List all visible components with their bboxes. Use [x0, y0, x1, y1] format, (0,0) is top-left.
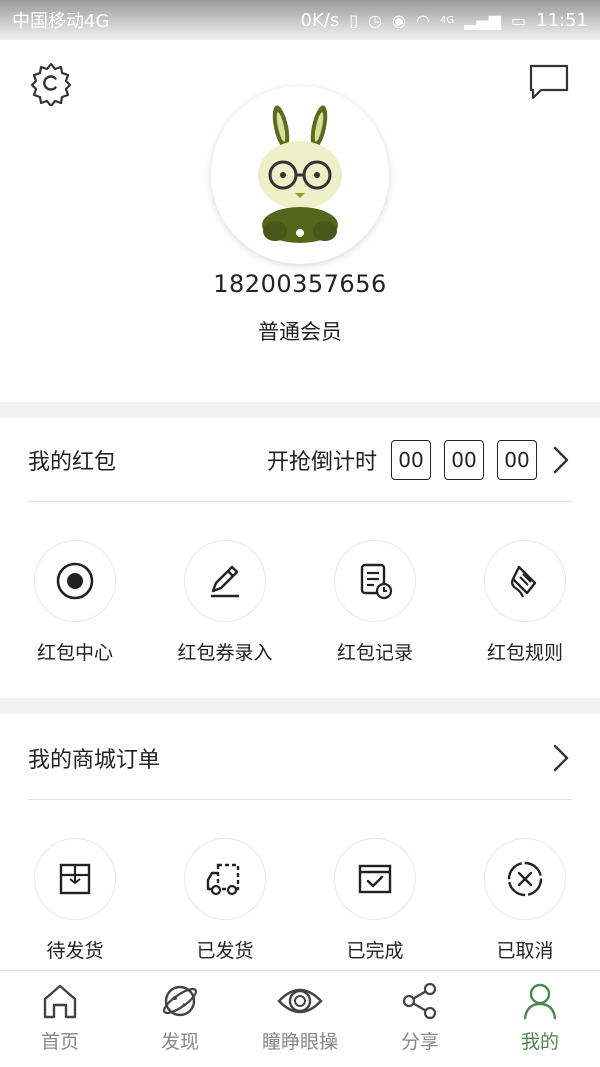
- order-completed[interactable]: 已完成: [300, 838, 450, 963]
- target-icon: [56, 562, 94, 600]
- order-cancelled-label: 已取消: [496, 940, 554, 962]
- avatar[interactable]: [211, 86, 389, 264]
- share-icon: [402, 982, 437, 1020]
- member-level: 普通会员: [258, 320, 342, 344]
- signal-icon: ▂▄▆: [464, 10, 501, 30]
- user-icon: [523, 983, 557, 1020]
- icon-circle: [184, 838, 266, 920]
- red-packet-voucher-entry[interactable]: 红包券录入: [150, 540, 300, 665]
- calendar-check-icon: [358, 864, 392, 894]
- countdown-label: 开抢倒计时: [266, 449, 377, 475]
- tab-mine[interactable]: 我的: [480, 971, 600, 1067]
- icon-circle: [34, 838, 116, 920]
- section-divider: [0, 402, 600, 418]
- message-button[interactable]: [528, 62, 570, 102]
- planet-icon: [162, 985, 198, 1017]
- red-packet-grid: 红包中心 红包券录入 红包记录 红包规则: [0, 540, 600, 665]
- order-shipped-label: 已发货: [196, 940, 254, 962]
- red-packet-rules[interactable]: 红包规则: [450, 540, 600, 665]
- chevron-right-icon: [553, 446, 569, 473]
- countdown-seconds: 00: [497, 439, 537, 480]
- icon-circle: [184, 540, 266, 622]
- tab-discover[interactable]: 发现: [120, 971, 240, 1067]
- red-packet-title: 我的红包: [28, 449, 117, 475]
- tab-home[interactable]: 首页: [0, 971, 120, 1067]
- tab-eye-exercise-label: 瞳睁眼操: [261, 1031, 338, 1053]
- tab-eye-exercise[interactable]: 瞳睁眼操: [240, 971, 360, 1067]
- chevron-right-icon: [553, 744, 569, 771]
- orders-grid: 待发货 已发货 已完成 已取消: [0, 838, 600, 963]
- profile-header: 18200357656 普通会员: [0, 40, 600, 400]
- network-speed: 0K/s: [300, 9, 340, 31]
- tab-share[interactable]: 分享: [360, 971, 480, 1067]
- red-packet-center[interactable]: 红包中心: [0, 540, 150, 665]
- battery-icon: ▭: [511, 10, 527, 30]
- red-packet-rules-label: 红包规则: [486, 642, 563, 664]
- icon-circle: [484, 838, 566, 920]
- icon-circle: [334, 838, 416, 920]
- bottom-tab-bar: 首页 发现 瞳睁眼操 分享 我的: [0, 970, 600, 1067]
- countdown-hours: 00: [391, 439, 431, 480]
- user-phone: 18200357656: [213, 270, 387, 298]
- red-packet-voucher-label: 红包券录入: [177, 642, 273, 664]
- red-packet-header[interactable]: 我的红包 开抢倒计时 00 00 00: [28, 418, 572, 502]
- gear-icon: [30, 62, 72, 108]
- truck-icon: [206, 863, 240, 896]
- wifi-icon: ◠: [415, 10, 430, 30]
- tab-discover-label: 发现: [160, 1031, 199, 1053]
- chat-bubble-icon: [529, 64, 569, 100]
- network-type: 4G: [439, 14, 455, 26]
- orders-header[interactable]: 我的商城订单: [28, 716, 572, 800]
- order-pending-shipment[interactable]: 待发货: [0, 838, 150, 963]
- icon-circle: [334, 540, 416, 622]
- cancel-circle-icon: [507, 861, 543, 897]
- countdown-minutes: 00: [444, 439, 484, 480]
- red-packet-records-label: 红包记录: [336, 642, 413, 664]
- countdown: 开抢倒计时 00 00 00: [266, 439, 572, 480]
- red-packet-records[interactable]: 红包记录: [300, 540, 450, 665]
- alarm-icon: ◷: [368, 10, 383, 30]
- settings-button[interactable]: [28, 60, 74, 108]
- carrier-text: 中国移动4G: [12, 11, 110, 32]
- order-completed-label: 已完成: [346, 940, 404, 962]
- tab-mine-label: 我的: [520, 1031, 559, 1053]
- record-clock-icon: [360, 563, 393, 600]
- order-cancelled[interactable]: 已取消: [450, 838, 600, 963]
- orders-title: 我的商城订单: [28, 747, 161, 773]
- vibrate-icon: ▯: [349, 10, 359, 30]
- scroll-icon: [511, 565, 537, 598]
- rabbit-avatar-icon: [258, 105, 342, 243]
- home-icon: [43, 984, 77, 1019]
- tab-share-label: 分享: [400, 1031, 439, 1053]
- eye-icon: [277, 988, 323, 1014]
- order-pending-label: 待发货: [46, 940, 104, 962]
- status-indicators: 0K/s ▯ ◷ ◉ ◠ 4G ▂▄▆ ▭ 11:51: [301, 10, 588, 31]
- box-icon: [59, 863, 91, 895]
- section-divider: [0, 698, 600, 714]
- eye-mode-icon: ◉: [392, 10, 406, 30]
- icon-circle: [484, 540, 566, 622]
- status-bar: 中国移动4G 0K/s ▯ ◷ ◉ ◠ 4G ▂▄▆ ▭ 11:51: [0, 0, 600, 40]
- icon-circle: [34, 540, 116, 622]
- tab-home-label: 首页: [40, 1031, 79, 1053]
- order-shipped[interactable]: 已发货: [150, 838, 300, 963]
- clock-time: 11:51: [536, 9, 588, 31]
- red-packet-center-label: 红包中心: [36, 642, 113, 664]
- pencil-icon: [211, 565, 239, 598]
